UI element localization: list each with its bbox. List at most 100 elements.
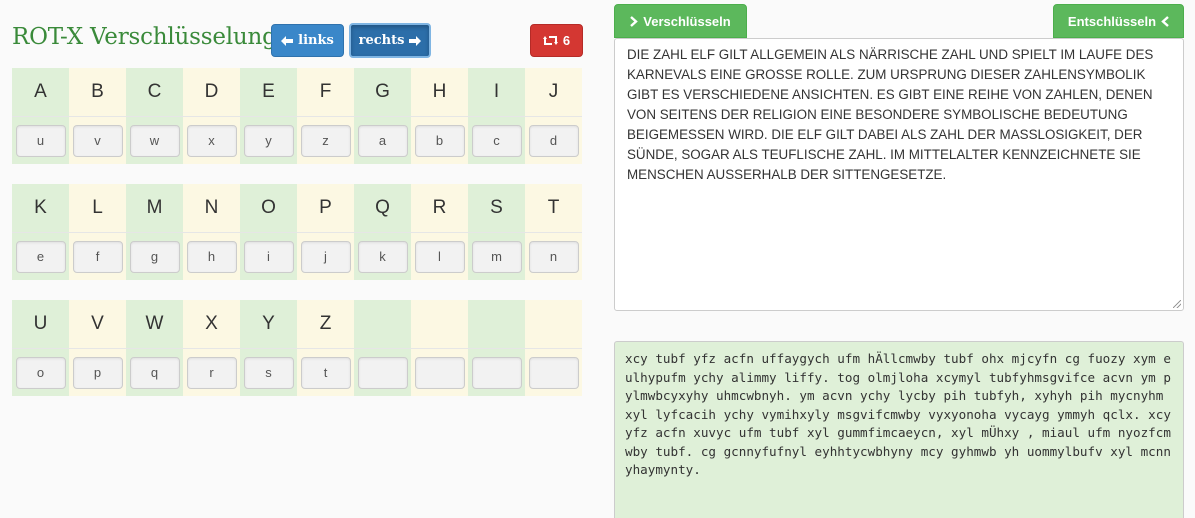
mapped-letter-input[interactable] <box>414 356 465 389</box>
mapped-letter-cell: w <box>126 116 183 164</box>
source-letter: E <box>240 68 297 116</box>
mapped-letter-input[interactable]: m <box>471 240 522 273</box>
mapped-letter-cell: n <box>525 232 582 280</box>
mapped-letter-input[interactable]: z <box>300 124 351 157</box>
source-letter: Y <box>240 300 297 348</box>
mapped-letter-input[interactable] <box>528 356 579 389</box>
mapped-letter-input[interactable]: j <box>300 240 351 273</box>
mapped-letter-cell: o <box>12 348 69 396</box>
source-letters-row: UVWXYZ <box>12 300 582 348</box>
mapped-letter-cell: k <box>354 232 411 280</box>
plaintext-input[interactable]: DIE ZAHL ELF GILT ALLGEMEIN ALS NÄRRISCH… <box>614 38 1184 311</box>
mapped-letter-cell: q <box>126 348 183 396</box>
mapped-letter-input[interactable]: r <box>186 356 237 389</box>
source-letter: B <box>69 68 126 116</box>
source-letters-row: ABCDEFGHIJ <box>12 68 582 116</box>
source-letter <box>354 300 411 348</box>
decrypt-button[interactable]: Entschlüsseln <box>1053 4 1184 38</box>
source-letter: X <box>183 300 240 348</box>
retweet-icon <box>542 34 558 47</box>
mapped-letter-cell: f <box>69 232 126 280</box>
encrypt-button[interactable]: Verschlüsseln <box>614 4 747 38</box>
source-letter: H <box>411 68 468 116</box>
mapped-letter-input[interactable] <box>357 356 408 389</box>
mapped-letter-input[interactable]: v <box>72 124 123 157</box>
plaintext-content: DIE ZAHL ELF GILT ALLGEMEIN ALS NÄRRISCH… <box>627 47 1154 182</box>
alphabet-row-1: ABCDEFGHIJ uvwxyzabcd <box>12 68 582 164</box>
shift-left-button[interactable]: links <box>271 24 344 57</box>
source-letter <box>525 300 582 348</box>
source-letter: T <box>525 184 582 232</box>
mapped-letter-input[interactable]: e <box>15 240 66 273</box>
mapped-letter-cell: u <box>12 116 69 164</box>
mapped-letter-input[interactable]: k <box>357 240 408 273</box>
mapped-letter-cell: e <box>12 232 69 280</box>
mapped-letter-input[interactable]: g <box>129 240 180 273</box>
mapped-letter-cell: d <box>525 116 582 164</box>
source-letter: Z <box>297 300 354 348</box>
mapped-letter-cell: b <box>411 116 468 164</box>
mapped-letter-cell: s <box>240 348 297 396</box>
decrypt-label: Entschlüsseln <box>1067 13 1157 29</box>
mapped-letter-input[interactable]: y <box>243 124 294 157</box>
mapped-letter-input[interactable]: p <box>72 356 123 389</box>
mapped-letter-cell: t <box>297 348 354 396</box>
alphabet-row-3: UVWXYZ opqrst <box>12 300 582 396</box>
rotation-count: 6 <box>562 33 571 48</box>
mapped-letter-cell: a <box>354 116 411 164</box>
mapped-letter-cell: j <box>297 232 354 280</box>
mapped-letter-input[interactable]: f <box>72 240 123 273</box>
mapped-letter-input[interactable]: x <box>186 124 237 157</box>
source-letter: V <box>69 300 126 348</box>
mapped-letter-input[interactable]: d <box>528 124 579 157</box>
mapped-letter-cell <box>411 348 468 396</box>
mapped-letter-input[interactable]: i <box>243 240 294 273</box>
mapped-letter-cell: r <box>183 348 240 396</box>
mapped-letter-cell: p <box>69 348 126 396</box>
rotation-badge[interactable]: 6 <box>530 24 583 57</box>
mapped-letter-input[interactable]: h <box>186 240 237 273</box>
source-letter: G <box>354 68 411 116</box>
source-letter: I <box>468 68 525 116</box>
source-letter: S <box>468 184 525 232</box>
ciphertext-output[interactable]: xcy tubf yfz acfn uffaygych ufm hÄllcmwb… <box>614 341 1184 518</box>
chevron-right-icon <box>630 15 639 27</box>
source-letters-row: KLMNOPQRST <box>12 184 582 232</box>
source-letter: C <box>126 68 183 116</box>
mapped-letter-input[interactable]: q <box>129 356 180 389</box>
mapped-letter-input[interactable]: b <box>414 124 465 157</box>
source-letter: K <box>12 184 69 232</box>
source-letter: Q <box>354 184 411 232</box>
mapped-letter-cell: m <box>468 232 525 280</box>
mapped-letter-input[interactable]: w <box>129 124 180 157</box>
mapped-letter-cell: g <box>126 232 183 280</box>
mapped-letter-input[interactable]: o <box>15 356 66 389</box>
mapped-letter-input[interactable]: s <box>243 356 294 389</box>
arrow-right-icon <box>409 35 422 46</box>
mapped-letter-input[interactable] <box>471 356 522 389</box>
mapped-letter-input[interactable]: c <box>471 124 522 157</box>
mapped-letter-cell: x <box>183 116 240 164</box>
source-letter: L <box>69 184 126 232</box>
mapped-letter-input[interactable]: n <box>528 240 579 273</box>
resize-handle[interactable] <box>1173 300 1181 308</box>
mapped-letters-row: efghijklmn <box>12 232 582 280</box>
mapped-letter-cell <box>468 348 525 396</box>
source-letter: D <box>183 68 240 116</box>
mapped-letter-input[interactable]: u <box>15 124 66 157</box>
source-letter: W <box>126 300 183 348</box>
source-letter <box>411 300 468 348</box>
source-letter: M <box>126 184 183 232</box>
mapped-letter-cell: i <box>240 232 297 280</box>
source-letter: A <box>12 68 69 116</box>
mapped-letter-input[interactable]: t <box>300 356 351 389</box>
mapped-letter-input[interactable]: l <box>414 240 465 273</box>
shift-right-button[interactable]: rechts <box>349 23 431 58</box>
source-letter <box>468 300 525 348</box>
ciphertext-content: xcy tubf yfz acfn uffaygych ufm hÄllcmwb… <box>625 351 1171 477</box>
mapped-letter-cell: h <box>183 232 240 280</box>
page-title: ROT-X Verschlüsselung <box>12 24 277 50</box>
mapped-letter-cell <box>354 348 411 396</box>
source-letter: J <box>525 68 582 116</box>
mapped-letter-input[interactable]: a <box>357 124 408 157</box>
